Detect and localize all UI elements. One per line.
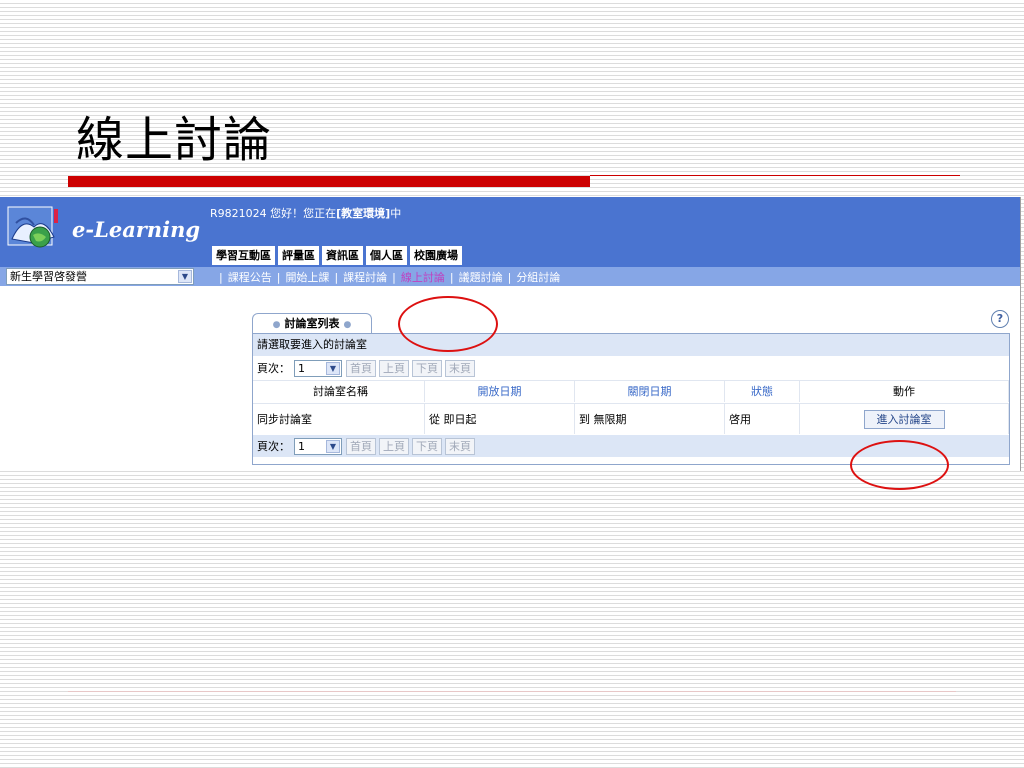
chevron-down-icon[interactable]: ▼ <box>326 361 340 375</box>
tab-dot-right: ● <box>343 320 352 330</box>
subnav-group-discussion[interactable]: 分組討論 <box>516 269 560 285</box>
nav-separator: | <box>276 270 281 284</box>
tab-dot-left: ● <box>272 320 281 330</box>
column-header-action: 動作 <box>800 381 1009 402</box>
logo-text: e-Learning <box>72 217 201 242</box>
room-status: 啓用 <box>725 404 800 434</box>
prev-page-button[interactable]: 上頁 <box>379 359 409 377</box>
next-page-button[interactable]: 下頁 <box>412 437 442 455</box>
annotation-circle-enter-button <box>850 440 949 490</box>
subnav-course-discussion[interactable]: 課程討論 <box>343 269 387 285</box>
last-page-button[interactable]: 末頁 <box>445 437 475 455</box>
tab-learning-interaction[interactable]: 學習互動區 <box>212 246 275 265</box>
main-tabs: 學習互動區 評量區 資訊區 個人區 校園廣場 <box>212 246 462 265</box>
enter-room-button[interactable]: 進入討論室 <box>863 409 945 429</box>
column-header-name: 討論室名稱 <box>253 381 425 402</box>
panel-tab-room-list[interactable]: ● 討論室列表 ● <box>252 313 372 333</box>
subnav-start-class[interactable]: 開始上課 <box>285 269 329 285</box>
nav-separator: | <box>392 270 396 284</box>
elearning-screenshot: e-Learning R9821024 您好！您正在[教室環境]中 學習互動區 … <box>0 197 1021 471</box>
course-select-value: 新生學習啓發營 <box>10 270 87 283</box>
app-header: e-Learning R9821024 您好！您正在[教室環境]中 學習互動區 … <box>0 197 1020 267</box>
first-page-button[interactable]: 首頁 <box>346 359 376 377</box>
room-name: 同步討論室 <box>253 404 425 434</box>
subnav-topic-discussion[interactable]: 議題討論 <box>459 269 503 285</box>
tab-campus-plaza[interactable]: 校園廣場 <box>410 246 462 265</box>
pager-top: 頁次： 1 ▼ 首頁 上頁 下頁 末頁 <box>253 357 1009 379</box>
page-select-value: 1 <box>298 361 305 375</box>
annotation-circle-tab <box>398 296 498 352</box>
greeting-prefix: R9821024 您好！您正在 <box>210 207 337 220</box>
next-page-button[interactable]: 下頁 <box>412 359 442 377</box>
nav-separator: | <box>507 270 512 284</box>
page-select-value: 1 <box>298 439 305 453</box>
title-underline-bar <box>68 176 590 187</box>
chevron-down-icon[interactable]: ▼ <box>178 270 192 283</box>
table-header: 討論室名稱 開放日期 關閉日期 狀態 動作 <box>253 380 1009 402</box>
tab-assessment[interactable]: 評量區 <box>278 246 319 265</box>
prev-page-button[interactable]: 上頁 <box>379 437 409 455</box>
slide-title: 線上討論 <box>76 112 273 168</box>
column-header-open-date[interactable]: 開放日期 <box>425 381 575 402</box>
user-greeting: R9821024 您好！您正在[教室環境]中 <box>210 205 401 221</box>
pager-label: 頁次： <box>257 362 290 375</box>
nav-separator: | <box>449 270 454 284</box>
nav-separator: | <box>219 270 223 284</box>
pager-label: 頁次： <box>257 440 290 453</box>
column-header-status[interactable]: 狀態 <box>725 381 800 402</box>
page-select-top[interactable]: 1 ▼ <box>294 359 342 377</box>
tab-information[interactable]: 資訊區 <box>322 246 363 265</box>
panel-tab-label: 討論室列表 <box>284 317 340 330</box>
greeting-location: [教室環境] <box>336 207 391 220</box>
room-close-date: 到 無限期 <box>575 404 725 434</box>
last-page-button[interactable]: 末頁 <box>445 359 475 377</box>
footer-line <box>68 691 956 692</box>
help-icon[interactable]: ? <box>991 310 1009 328</box>
subnav-online-discussion[interactable]: 線上討論 <box>401 269 445 285</box>
greeting-suffix: 中 <box>390 207 402 220</box>
room-action-cell: 進入討論室 <box>800 404 1009 434</box>
tab-personal[interactable]: 個人區 <box>366 246 407 265</box>
panel-prompt: 請選取要進入的討論室 <box>253 334 1009 356</box>
column-header-close-date[interactable]: 關閉日期 <box>575 381 725 402</box>
title-underline-line <box>590 175 960 176</box>
subnav-course-announcements[interactable]: 課程公告 <box>228 269 272 285</box>
page-select-bottom[interactable]: 1 ▼ <box>294 437 342 455</box>
chevron-down-icon[interactable]: ▼ <box>326 439 340 453</box>
course-select[interactable]: 新生學習啓發營 ▼ <box>6 268 194 285</box>
first-page-button[interactable]: 首頁 <box>346 437 376 455</box>
sub-navigation: | 課程公告 | 開始上課 | 課程討論 | 線上討論 | 議題討論 | 分組討… <box>214 269 560 285</box>
book-globe-logo-icon <box>7 206 58 248</box>
room-open-date: 從 即日起 <box>425 404 575 434</box>
nav-separator: | <box>334 270 339 284</box>
table-row: 同步討論室 從 即日起 到 無限期 啓用 進入討論室 <box>253 403 1009 434</box>
